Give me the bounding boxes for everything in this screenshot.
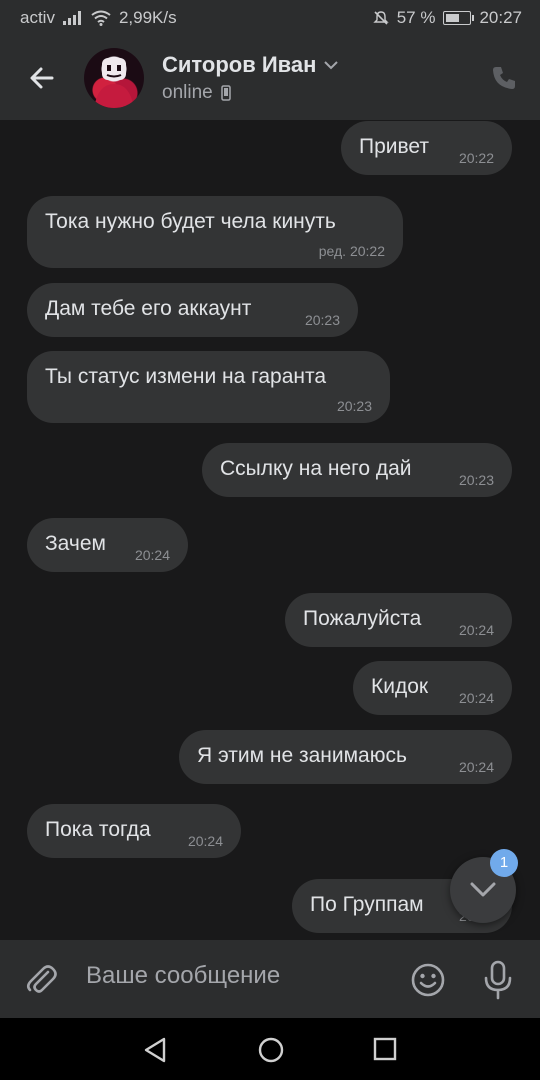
unread-count-badge: 1 <box>490 849 518 877</box>
contact-status: online <box>162 82 231 104</box>
message-time: 20:23 <box>336 398 372 414</box>
message-text: Ссылку на него дай <box>220 457 412 480</box>
avatar[interactable] <box>84 48 144 108</box>
microphone-icon[interactable] <box>482 960 514 1000</box>
chevron-down-icon <box>470 882 496 897</box>
message-time: 20:24 <box>458 690 494 706</box>
clock: 20:27 <box>479 8 522 27</box>
message-bubble-outgoing[interactable]: Я этим не занимаюсь 20:24 <box>179 730 512 784</box>
message-bubble-incoming[interactable]: Пока тогда 20:24 <box>27 804 241 858</box>
contact-name[interactable]: Ситоров Иван <box>162 52 339 78</box>
message-time: 20:24 <box>458 622 494 638</box>
message-bubble-incoming[interactable]: Дам тебе его аккаунт 20:23 <box>27 283 358 337</box>
message-text: Пока тогда <box>45 818 151 841</box>
message-text: Кидок <box>371 675 429 698</box>
message-input[interactable]: Ваше сообщение <box>86 962 280 990</box>
message-list[interactable]: Привет 20:22 Тока нужно будет чела кинут… <box>0 120 540 940</box>
message-text: Тока нужно будет чела кинуть <box>45 210 336 233</box>
message-text: По Группам <box>310 893 424 916</box>
chat-header: Ситоров Иван online <box>0 36 540 120</box>
message-bubble-outgoing[interactable]: Ссылку на него дай 20:23 <box>202 443 512 497</box>
carrier-label: activ <box>20 8 55 27</box>
battery-icon <box>443 11 475 25</box>
status-bar: activ 2,99K/s 57 % 20:27 <box>0 0 540 36</box>
message-time: 20:24 <box>458 759 494 775</box>
message-bubble-incoming[interactable]: Ты статус измени на гаранта 20:23 <box>27 351 390 423</box>
message-time: 20:23 <box>458 472 494 488</box>
emoji-icon[interactable] <box>410 962 446 998</box>
chevron-down-icon[interactable] <box>324 60 339 70</box>
message-text: Пожалуйста <box>303 607 422 630</box>
message-bubble-outgoing[interactable]: Пожалуйста 20:24 <box>285 593 512 647</box>
nav-recents-icon[interactable] <box>373 1037 397 1061</box>
network-speed: 2,99K/s <box>118 8 177 27</box>
signal-icon <box>62 11 81 25</box>
message-time: 20:24 <box>134 547 170 563</box>
wifi-icon <box>91 10 111 26</box>
battery-percent: 57 % <box>396 8 436 27</box>
message-composer: Ваше сообщение <box>0 940 540 1018</box>
message-text: Дам тебе его аккаунт <box>45 297 252 320</box>
nav-back-icon[interactable] <box>142 1036 168 1064</box>
phone-icon[interactable] <box>490 64 518 92</box>
contact-name-text: Ситоров Иван <box>162 52 317 77</box>
contact-status-text: online <box>162 82 213 103</box>
back-arrow-icon[interactable] <box>26 62 58 94</box>
mute-icon <box>373 11 389 25</box>
nav-home-icon[interactable] <box>257 1036 285 1064</box>
message-text: Зачем <box>45 532 106 555</box>
message-time: 20:22 <box>458 150 494 166</box>
paperclip-icon[interactable] <box>24 962 58 996</box>
message-bubble-outgoing[interactable]: Кидок 20:24 <box>353 661 512 715</box>
message-time: ред. 20:22 <box>318 243 385 259</box>
message-text: Я этим не занимаюсь <box>197 744 407 767</box>
message-bubble-incoming[interactable]: Зачем 20:24 <box>27 518 188 572</box>
message-text: Привет <box>359 135 430 158</box>
message-bubble-outgoing[interactable]: Привет 20:22 <box>341 121 512 175</box>
message-bubble-incoming[interactable]: Тока нужно будет чела кинуть ред. 20:22 <box>27 196 403 268</box>
message-text: Ты статус измени на гаранта <box>45 365 327 388</box>
avatar-image <box>94 58 134 108</box>
mobile-icon <box>220 85 231 101</box>
message-time: 20:23 <box>304 312 340 328</box>
system-navigation-bar <box>0 1018 540 1080</box>
message-time: 20:24 <box>187 833 223 849</box>
